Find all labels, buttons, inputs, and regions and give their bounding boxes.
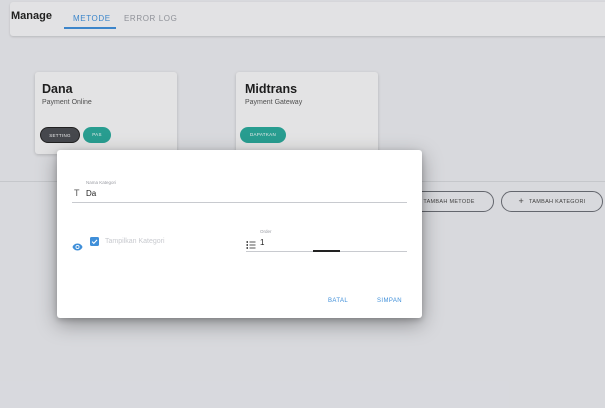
ordered-list-icon [246,237,256,255]
checkbox-checked-icon [91,239,98,245]
focus-indicator [313,250,340,252]
save-button[interactable]: SIMPAN [377,298,402,304]
show-category-checkbox[interactable] [90,237,99,246]
show-category-label: Tampilkan Kategori [105,238,165,245]
eye-icon[interactable] [72,238,83,256]
order-label: Order [260,229,272,234]
cancel-button[interactable]: BATAL [328,298,348,304]
order-input[interactable]: 1 [260,238,264,247]
text-icon: T [74,188,80,198]
category-dialog: Nama Kategori T Da Tampilkan Kategori Or… [57,150,422,318]
category-name-input[interactable]: Da [86,189,96,198]
category-name-underline [72,202,407,203]
category-name-label: Nama Kategori [86,180,117,185]
